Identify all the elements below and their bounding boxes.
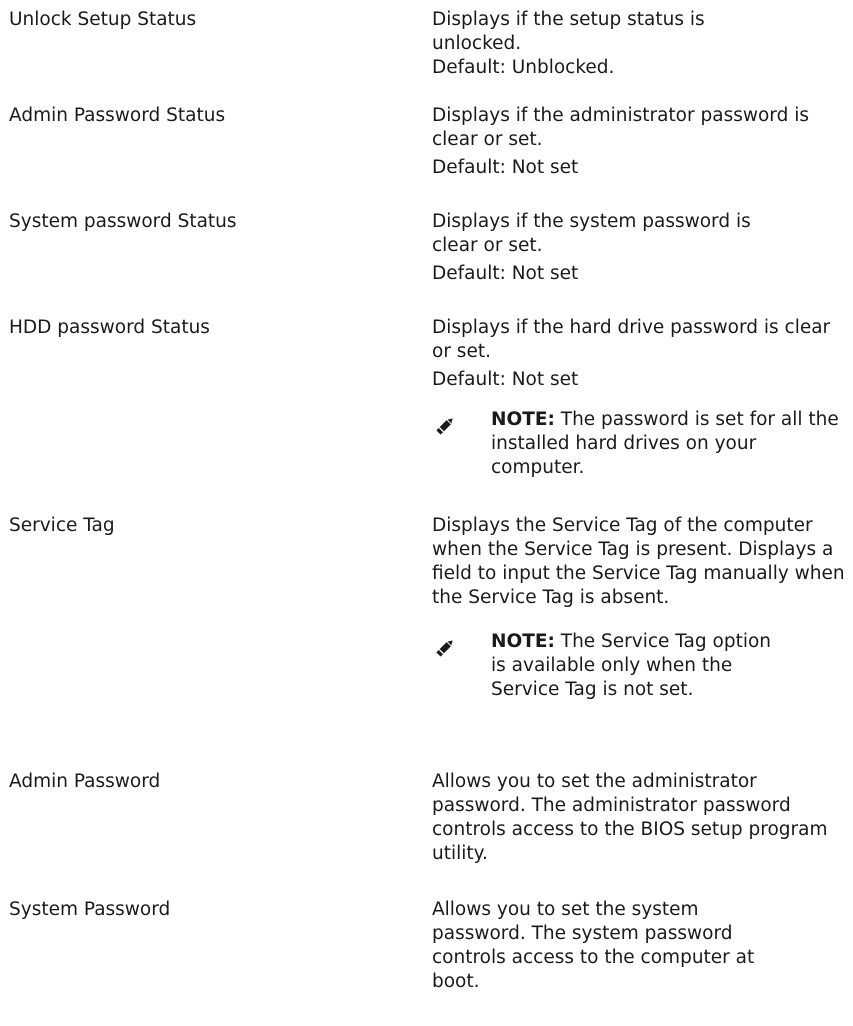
pencil-note-icon: [436, 418, 453, 435]
setting-name: Admin Password Status: [9, 105, 226, 126]
setting-description: Displays if the system password is clear…: [432, 210, 846, 286]
setting-description: Displays if the administrator password i…: [432, 104, 846, 180]
setting-description: Allows you to set the system password. T…: [432, 898, 846, 994]
default-value: Default: Unblocked.: [432, 57, 615, 78]
description-text: Displays if the hard drive password is c…: [432, 317, 831, 362]
note-label: NOTE:: [491, 631, 555, 652]
description-text: Displays the Service Tag of the computer…: [432, 515, 845, 608]
setting-name: Admin Password: [9, 771, 161, 792]
description-text: Displays if the setup status is unlocked…: [432, 9, 705, 54]
setting-name: Unlock Setup Status: [9, 9, 197, 30]
note: NOTE: The Service Tag option is availabl…: [432, 630, 846, 702]
setting-description: Displays if the setup status is unlocked…: [432, 8, 846, 80]
description-text: Allows you to set the administrator pass…: [432, 771, 828, 864]
setting-name: System Password: [9, 899, 171, 920]
description-text: Displays if the system password is clear…: [432, 211, 751, 256]
setting-description: Displays the Service Tag of the computer…: [432, 514, 846, 702]
description-text: Displays if the administrator password i…: [432, 105, 809, 150]
default-value: Default: Not set: [432, 369, 579, 390]
default-value: Default: Not set: [432, 263, 579, 284]
default-value: Default: Not set: [432, 157, 579, 178]
setting-description: Displays if the hard drive password is c…: [432, 316, 846, 480]
note-label: NOTE:: [491, 409, 555, 430]
note-text: NOTE: The password is set for all the in…: [491, 408, 846, 480]
pencil-note-icon: [436, 640, 453, 657]
setting-name: Service Tag: [9, 515, 115, 536]
setting-name: System password Status: [9, 211, 237, 232]
note: NOTE: The password is set for all the in…: [432, 408, 846, 480]
description-text: Allows you to set the system password. T…: [432, 899, 755, 992]
setting-description: Allows you to set the administrator pass…: [432, 770, 846, 866]
setting-name: HDD password Status: [9, 317, 210, 338]
note-text: NOTE: The Service Tag option is availabl…: [491, 630, 791, 702]
